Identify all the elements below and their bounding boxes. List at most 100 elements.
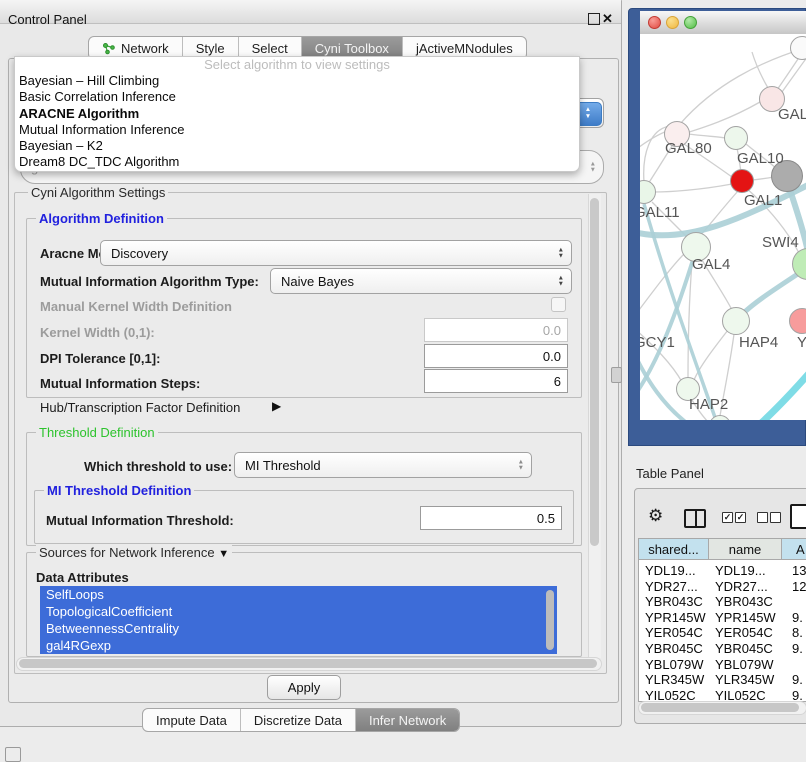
- node-label: GAL11: [640, 204, 680, 221]
- dpi-tolerance-field[interactable]: 0.0: [424, 344, 568, 368]
- mi-type-label: Mutual Information Algorithm Type:: [40, 274, 259, 289]
- new-table-icon[interactable]: [790, 504, 806, 529]
- mi-threshold-field[interactable]: 0.5: [420, 506, 562, 530]
- close-icon[interactable]: ✕: [602, 11, 613, 27]
- dropdown-item[interactable]: Bayesian – K2: [15, 138, 579, 154]
- tab-discretize-data-label: Discretize Data: [254, 713, 342, 728]
- tab-select-label: Select: [252, 41, 288, 56]
- settings-vertical-scrollbar-thumb[interactable]: [590, 198, 599, 546]
- tab-discretize-data[interactable]: Discretize Data: [240, 709, 355, 731]
- select-all-checkbox-icon[interactable]: ✓: [722, 512, 733, 523]
- network-node-hap4[interactable]: [722, 307, 750, 335]
- control-panel-titlebar: [0, 0, 621, 24]
- data-attributes-label: Data Attributes: [36, 570, 129, 585]
- table-row[interactable]: YDL19... YDL19... 13: [639, 563, 806, 579]
- apply-button[interactable]: Apply: [267, 675, 341, 700]
- window-minimize-button[interactable]: [666, 16, 679, 29]
- network-window-titlebar[interactable]: [640, 11, 806, 35]
- mi-threshold-group-title: MI Threshold Definition: [44, 483, 194, 498]
- table-horizontal-scrollbar-thumb[interactable]: [641, 703, 799, 712]
- table-row[interactable]: YER054C YER054C 8.: [639, 625, 806, 641]
- dropdown-item[interactable]: Basic Correlation Inference: [15, 89, 579, 105]
- list-item[interactable]: gal4RGexp: [40, 637, 557, 654]
- expand-triangle-icon[interactable]: ▶: [272, 399, 281, 413]
- node-label: Y: [797, 334, 806, 351]
- network-node-gal10[interactable]: [724, 126, 748, 150]
- table-row[interactable]: YDR27... YDR27... 12: [639, 579, 806, 595]
- columns-icon[interactable]: [684, 509, 706, 528]
- algorithm-definition-title: Algorithm Definition: [36, 211, 167, 226]
- collapse-triangle-icon[interactable]: ▼: [218, 548, 229, 560]
- dpi-tolerance-label: DPI Tolerance [0,1]:: [40, 351, 160, 366]
- mi-steps-label: Mutual Information Steps:: [40, 376, 200, 391]
- tab-infer-network-label: Infer Network: [369, 713, 446, 728]
- node-label: HAP4: [739, 334, 778, 351]
- algorithm-dropdown: Select algorithm to view settings Bayesi…: [14, 56, 580, 172]
- tab-impute-data[interactable]: Impute Data: [143, 709, 240, 731]
- window-zoom-button[interactable]: [684, 16, 697, 29]
- aracne-mode-combobox[interactable]: Discovery ▲▼: [100, 240, 572, 266]
- network-node-gal1-selected[interactable]: [730, 169, 754, 193]
- algorithm-dropdown-placeholder: Select algorithm to view settings: [15, 57, 579, 73]
- table-row[interactable]: YBR045C YBR045C 9.: [639, 641, 806, 657]
- which-threshold-value: MI Threshold: [245, 458, 321, 473]
- screen: Control Panel ✕ Network Style Select Cyn…: [0, 0, 806, 762]
- table-row[interactable]: YLR345W YLR345W 9.: [639, 672, 806, 688]
- which-threshold-combobox[interactable]: MI Threshold ▲▼: [234, 452, 532, 478]
- column-header-avg[interactable]: A: [782, 539, 806, 560]
- hub-definition-label: Hub/Transcription Factor Definition: [40, 400, 240, 415]
- sources-group-title: Sources for Network Inference ▼: [36, 545, 232, 560]
- table-horizontal-scrollbar[interactable]: [638, 701, 806, 715]
- window-close-button[interactable]: [648, 16, 661, 29]
- deselect-checkbox-icon[interactable]: [757, 512, 768, 523]
- sources-title-label: Sources for Network Inference: [39, 545, 215, 560]
- threshold-definition-title: Threshold Definition: [36, 425, 158, 440]
- tab-network-label: Network: [121, 41, 169, 56]
- dropdown-item[interactable]: Bayesian – Hill Climbing: [15, 73, 579, 89]
- table-panel-title: Table Panel: [636, 466, 704, 481]
- panel-divider-handle[interactable]: [611, 367, 622, 383]
- column-header-shared-name[interactable]: shared...: [639, 539, 709, 560]
- select-all-checkbox-icon-2[interactable]: ✓: [735, 512, 746, 523]
- tab-infer-network[interactable]: Infer Network: [355, 709, 459, 731]
- table-row[interactable]: YBL079W YBL079W: [639, 657, 806, 673]
- gear-icon[interactable]: ⚙: [648, 506, 663, 526]
- settings-horizontal-scrollbar[interactable]: [16, 657, 602, 671]
- table-row[interactable]: YIL052C YIL052C 9.: [639, 688, 806, 702]
- list-vertical-scrollbar-thumb[interactable]: [546, 590, 554, 650]
- float-window-icon[interactable]: [588, 13, 600, 25]
- manual-kernel-checkbox[interactable]: [551, 297, 566, 312]
- table-row[interactable]: YPR145W YPR145W 9.: [639, 610, 806, 626]
- node-label: GAL1: [744, 192, 782, 209]
- mi-steps-field[interactable]: 6: [424, 369, 568, 393]
- settings-vertical-scrollbar[interactable]: [588, 194, 601, 658]
- node-label: GAL4: [692, 256, 730, 273]
- data-attributes-list: SelfLoops TopologicalCoefficient Between…: [40, 586, 557, 654]
- mi-type-value: Naive Bayes: [281, 274, 354, 289]
- dropdown-item[interactable]: ARACNE Algorithm: [15, 106, 579, 122]
- tab-cyni-toolbox-label: Cyni Toolbox: [315, 41, 389, 56]
- table-row[interactable]: YBR043C YBR043C: [639, 594, 806, 610]
- network-canvas[interactable]: GAL GAL80 GAL10 GAL1 GAL11 SWI4 GAL4 GCY…: [640, 34, 806, 420]
- highlighted-edge: [758, 370, 806, 420]
- list-item[interactable]: SelfLoops: [40, 586, 557, 603]
- control-panel-title: Control Panel: [8, 12, 87, 27]
- node-label: GAL10: [737, 150, 784, 167]
- tab-impute-data-label: Impute Data: [156, 713, 227, 728]
- mi-threshold-label: Mutual Information Threshold:: [46, 513, 234, 528]
- bottom-tabbar: Impute Data Discretize Data Infer Networ…: [142, 708, 460, 732]
- panel-corner-button[interactable]: [5, 747, 21, 762]
- deselect-checkbox-icon-2[interactable]: [770, 512, 781, 523]
- dropdown-item[interactable]: Dream8 DC_TDC Algorithm: [15, 154, 579, 170]
- list-item[interactable]: TopologicalCoefficient: [40, 603, 557, 620]
- settings-horizontal-scrollbar-thumb[interactable]: [19, 659, 597, 668]
- node-label: GAL80: [665, 140, 712, 157]
- list-item[interactable]: BetweennessCentrality: [40, 620, 557, 637]
- mi-type-combobox[interactable]: Naive Bayes ▲▼: [270, 268, 572, 294]
- dropdown-item[interactable]: Mutual Information Inference: [15, 122, 579, 138]
- node-label: HAP2: [689, 396, 728, 413]
- node-table: shared... name A YDL19... YDL19... 13 YD…: [638, 538, 806, 702]
- column-header-name[interactable]: name: [709, 539, 782, 560]
- kernel-width-field[interactable]: 0.0: [424, 318, 568, 342]
- manual-kernel-label: Manual Kernel Width Definition: [40, 299, 232, 314]
